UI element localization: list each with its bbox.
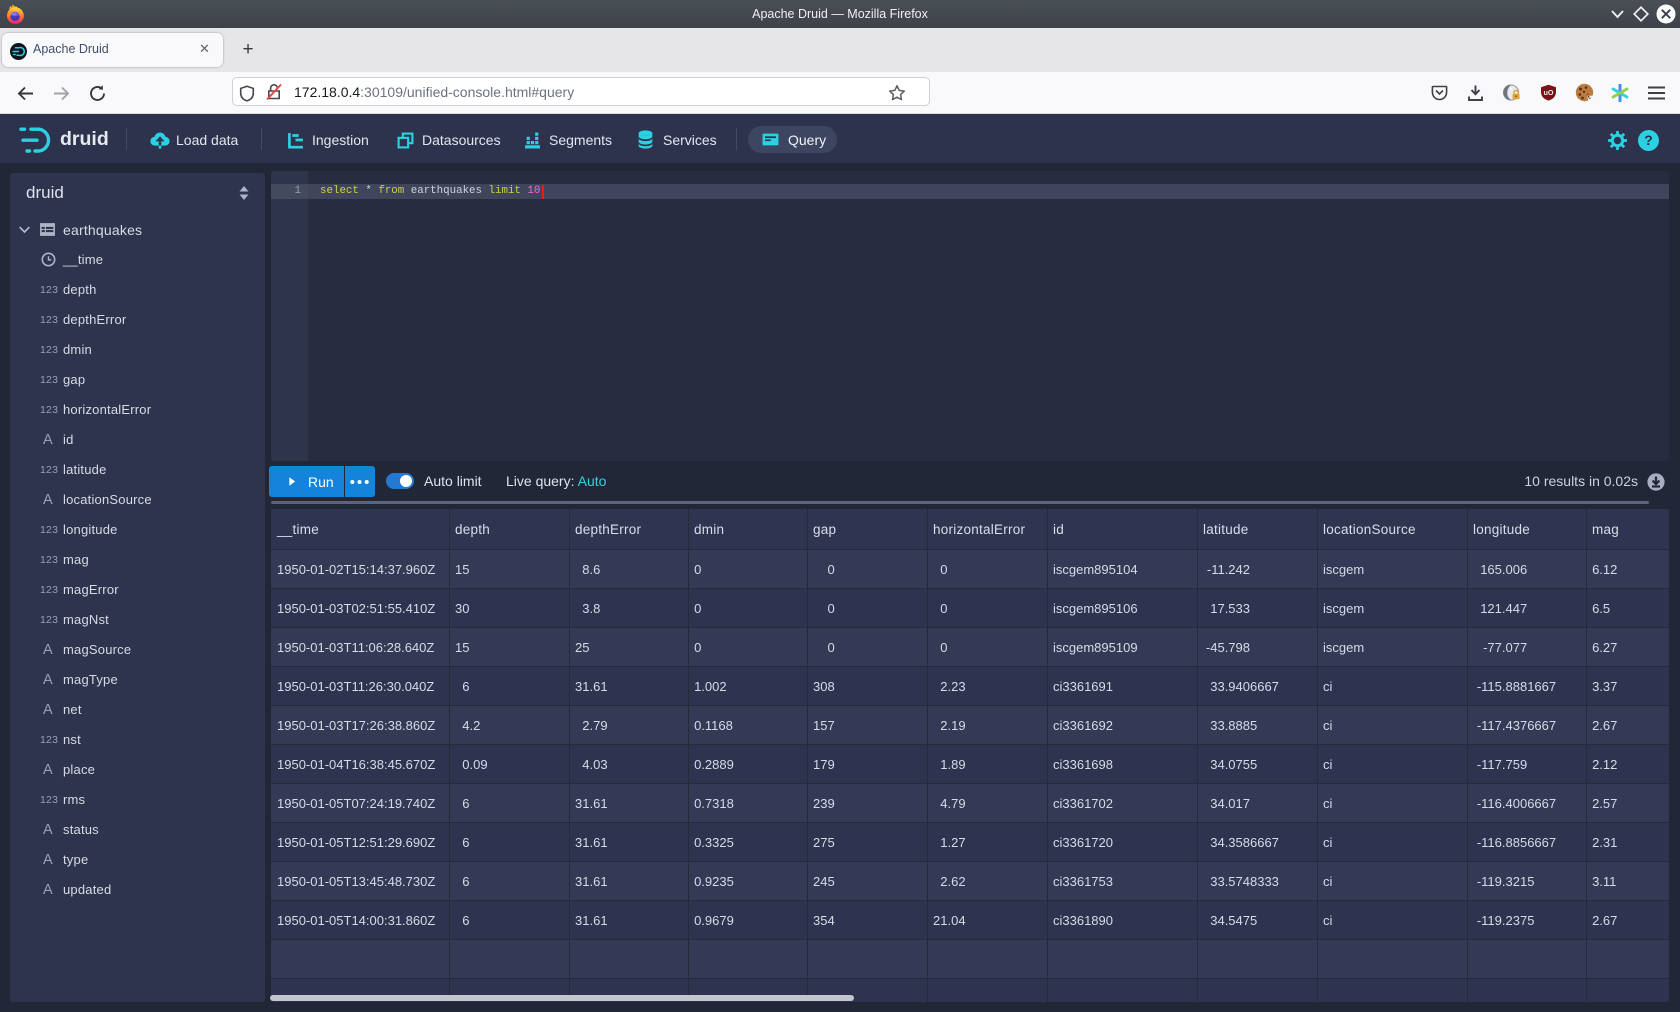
svg-text:uO: uO [1544, 88, 1554, 97]
